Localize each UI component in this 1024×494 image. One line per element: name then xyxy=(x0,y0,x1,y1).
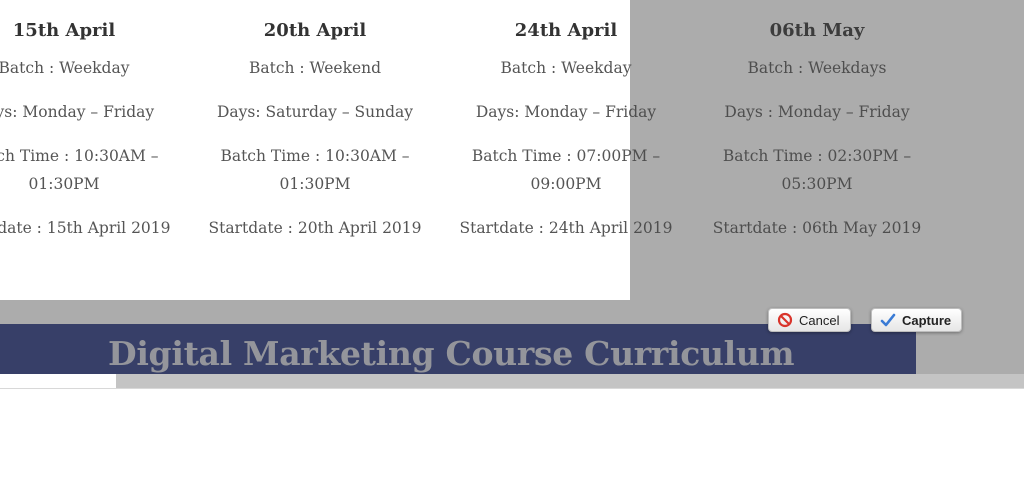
capture-label: Capture xyxy=(902,312,952,328)
no-entry-icon xyxy=(777,312,793,328)
cancel-button[interactable]: Cancel xyxy=(768,308,851,332)
batch-startdate: Startdate : 20th April 2019 xyxy=(208,219,422,237)
batch-time: Batch Time : 10:30AM – 01:30PM xyxy=(0,147,159,193)
tab-strip xyxy=(0,374,1024,389)
batch-type: Batch : Weekday xyxy=(0,59,130,77)
batch-days: Days: Saturday – Sunday xyxy=(216,103,414,121)
capture-overlay-right xyxy=(630,0,1024,300)
batch-time: Batch Time : 10:30AM – 01:30PM xyxy=(220,147,410,193)
tab-strip-active xyxy=(0,374,116,389)
cancel-label: Cancel xyxy=(799,312,840,328)
capture-button[interactable]: Capture xyxy=(871,308,962,332)
batch-type: Batch : Weekend xyxy=(248,59,382,77)
batch-date-title: 20th April xyxy=(263,20,367,41)
divider xyxy=(0,388,1024,389)
batch-days: Days: Monday – Friday xyxy=(0,103,155,121)
batch-startdate: Startdate : 15th April 2019 xyxy=(0,219,171,237)
batch-date-title: 15th April xyxy=(12,20,116,41)
checkmark-icon xyxy=(880,313,896,327)
